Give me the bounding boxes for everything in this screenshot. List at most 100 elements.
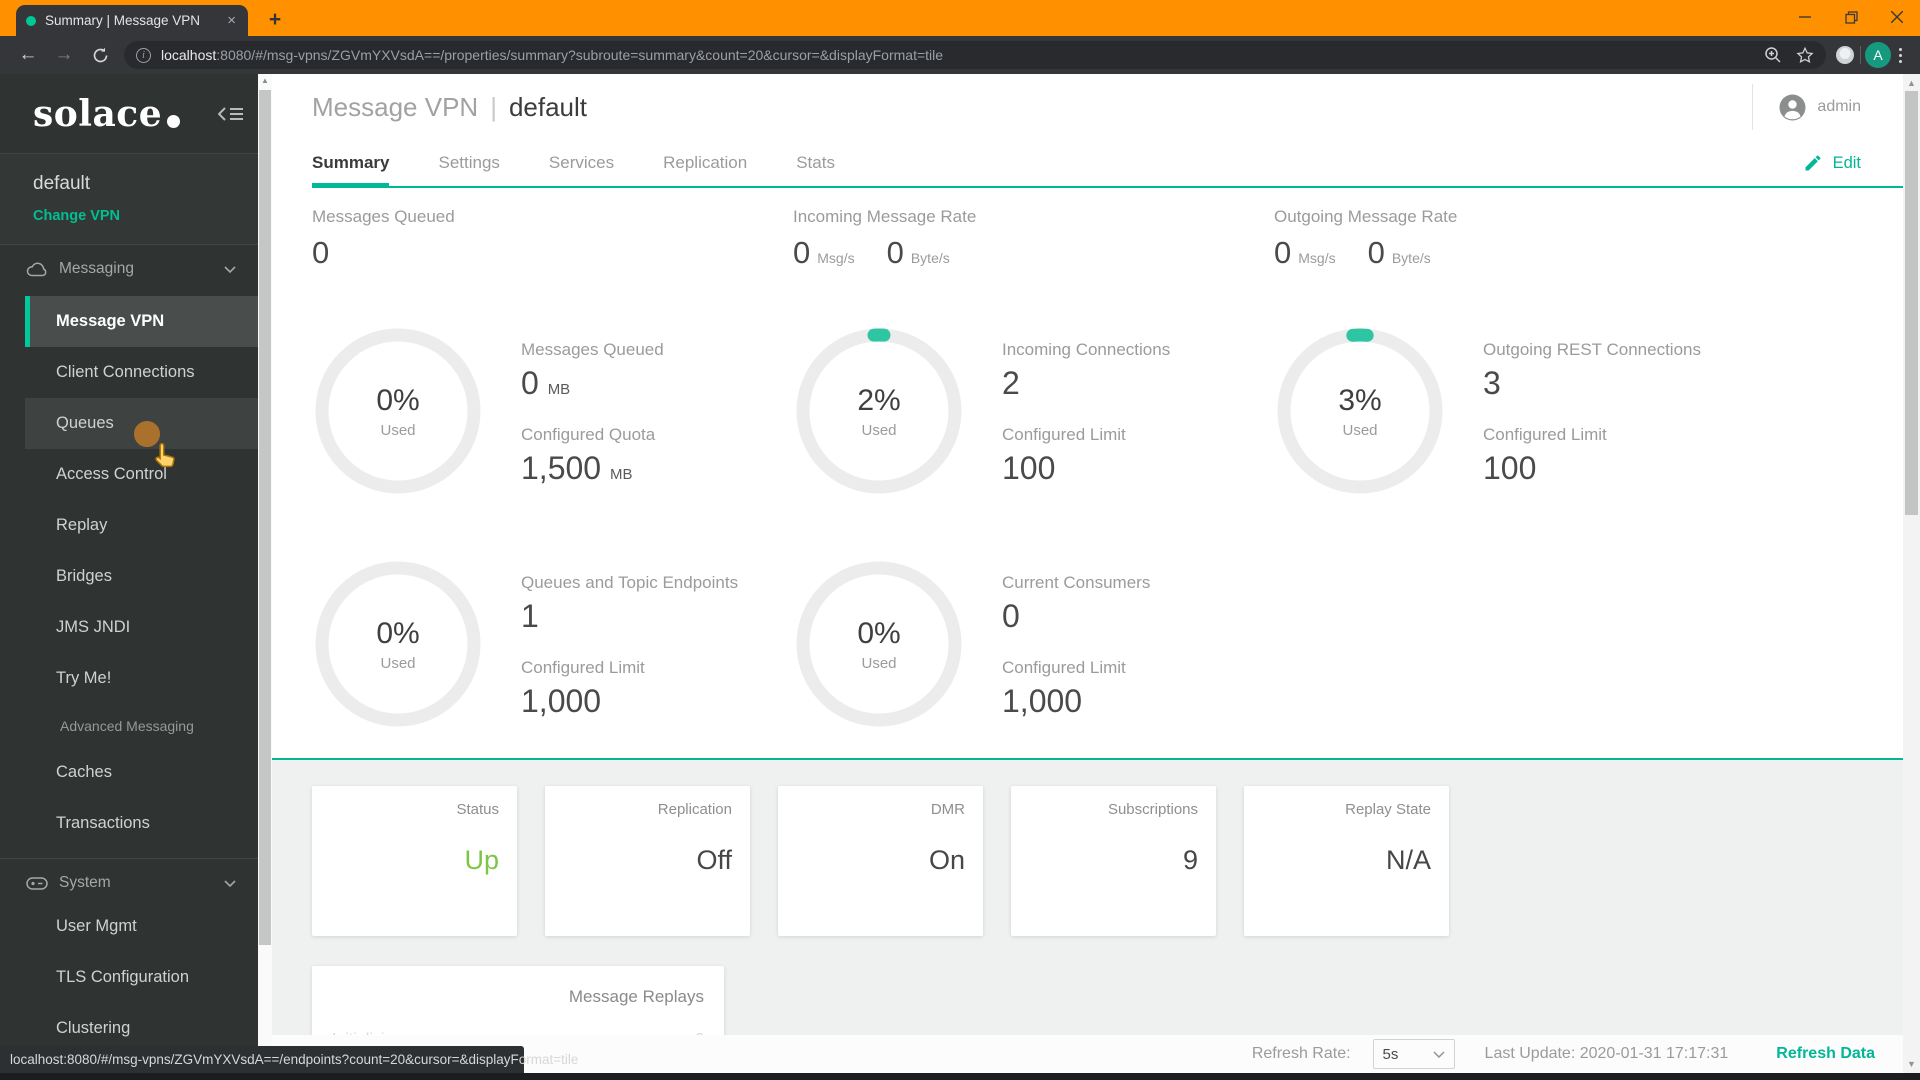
solace-logo-dot	[167, 115, 181, 128]
tab-stats[interactable]: Stats	[796, 140, 835, 186]
user-name: admin	[1817, 98, 1861, 115]
tile-dmr[interactable]: DMR On	[778, 786, 983, 936]
tab-summary[interactable]: Summary	[312, 140, 390, 188]
close-window-button[interactable]	[1874, 0, 1920, 34]
browser-tab-title: Summary | Message VPN	[45, 13, 201, 28]
metric-incoming-rate: Incoming Message Rate 0 Msg/s 0 Byte/s	[793, 207, 977, 270]
reload-button[interactable]	[84, 39, 116, 71]
change-vpn-link[interactable]: Change VPN	[33, 208, 258, 224]
url-host: localhost	[161, 47, 217, 63]
sidebar-item-tls-configuration[interactable]: TLS Configuration	[25, 952, 258, 1003]
profile-avatar[interactable]: A	[1865, 42, 1891, 68]
tab-bar: Summary Settings Services Replication St…	[312, 140, 1903, 188]
gauge-queues-endpoints: 0% Used Queues and Topic Endpoints 1 Conf…	[312, 543, 793, 758]
link-preview-statusbar: localhost:8080/#/msg-vpns/ZGVmYXVsdA==/e…	[0, 1046, 578, 1073]
browser-titlebar: Summary | Message VPN × +	[0, 0, 1920, 36]
minimize-button[interactable]	[1782, 0, 1828, 34]
sidebar-section-messaging[interactable]: Messaging	[0, 245, 258, 287]
gauge-incoming-connections: 2% Used Incoming Connections 2 Configured…	[793, 298, 1274, 543]
user-menu[interactable]: admin	[1752, 84, 1903, 130]
new-tab-button[interactable]: +	[262, 7, 288, 33]
sidebar: solace default Change VPN Messaging Mess…	[0, 74, 258, 1080]
cloud-icon	[26, 262, 47, 276]
scroll-down-arrow[interactable]: ▼	[1903, 1057, 1920, 1071]
sidebar-item-access-control[interactable]: Access Control	[25, 449, 258, 500]
tab-settings[interactable]: Settings	[438, 140, 499, 186]
main-scrollbar-thumb[interactable]	[1905, 91, 1918, 515]
zoom-page-icon[interactable]	[1764, 46, 1782, 64]
last-update-text: Last Update: 2020-01-31 17:17:31	[1484, 1045, 1729, 1062]
gauge-ring: 2% Used	[793, 325, 965, 497]
refresh-data-button[interactable]: Refresh Data	[1776, 1045, 1875, 1063]
scroll-up-arrow[interactable]: ▲	[258, 75, 272, 87]
tile-subscriptions[interactable]: Subscriptions 9	[1011, 786, 1216, 936]
window-bottom-edge	[0, 1073, 1920, 1080]
gauge-outgoing-rest-connections: 3% Used Outgoing REST Connections 3 Confi…	[1274, 298, 1755, 543]
status-badge: Up	[464, 845, 499, 875]
sidebar-scrollbar-thumb[interactable]	[259, 90, 271, 945]
sidebar-item-message-vpn[interactable]: Message VPN	[25, 296, 258, 347]
bookmark-star-icon[interactable]	[1796, 46, 1814, 64]
favicon-icon	[26, 15, 36, 26]
screen: Summary | Message VPN × + ← → i localhos…	[0, 0, 1920, 1080]
sidebar-nav: Message VPN Client Connections Queues Ac…	[0, 287, 258, 849]
restore-button[interactable]	[1828, 0, 1874, 34]
sidebar-item-advanced-messaging[interactable]: Advanced Messaging	[25, 704, 258, 747]
sidebar-item-transactions[interactable]: Transactions	[25, 798, 258, 849]
page-info-icon[interactable]: i	[136, 47, 151, 63]
tab-close-icon[interactable]: ×	[223, 12, 240, 29]
status-tiles: Status Up Replication Off DMR On Subscri…	[272, 760, 1903, 936]
top-metrics: Messages Queued 0 Incoming Message Rate …	[272, 188, 1903, 298]
collapse-sidebar-icon[interactable]	[218, 104, 244, 124]
tab-replication[interactable]: Replication	[663, 140, 747, 186]
back-button[interactable]: ←	[12, 39, 44, 71]
window-controls	[1782, 0, 1920, 34]
sidebar-item-jms-jndi[interactable]: JMS JNDI	[25, 602, 258, 653]
status-section: Status Up Replication Off DMR On Subscri…	[272, 758, 1903, 1080]
refresh-rate-select[interactable]: 5s	[1372, 1039, 1455, 1069]
browser-menu-icon[interactable]	[1891, 47, 1910, 63]
sidebar-item-try-me[interactable]: Try Me!	[25, 653, 258, 704]
edit-button[interactable]: Edit	[1803, 153, 1861, 173]
gauges-row-2: 0% Used Queues and Topic Endpoints 1 Conf…	[272, 543, 1903, 758]
sidebar-item-user-mgmt[interactable]: User Mgmt	[25, 901, 258, 952]
system-icon	[26, 876, 48, 890]
tab-services[interactable]: Services	[549, 140, 614, 186]
main-content: Message VPN | default admin Summary Sett…	[272, 74, 1903, 1080]
sidebar-item-caches[interactable]: Caches	[25, 747, 258, 798]
chevron-down-icon	[224, 879, 236, 887]
toolbar-separator	[1860, 46, 1861, 64]
url-path: :8080/#/msg-vpns/ZGVmYXVsdA==/properties…	[216, 47, 944, 63]
tile-replication[interactable]: Replication Off	[545, 786, 750, 936]
gauge-ring: 3% Used	[1274, 325, 1446, 497]
tile-status[interactable]: Status Up	[312, 786, 517, 936]
refresh-rate-label: Refresh Rate:	[1251, 1045, 1351, 1062]
sidebar-item-bridges[interactable]: Bridges	[25, 551, 258, 602]
chevron-down-icon	[1433, 1050, 1445, 1058]
scroll-up-arrow[interactable]: ▲	[1903, 76, 1920, 90]
chevron-down-icon	[224, 265, 236, 273]
browser-toolbar: ← → i localhost :8080/#/msg-vpns/ZGVmYXV…	[0, 36, 1920, 74]
gauge-ring: 0% Used	[312, 325, 484, 497]
app-window: solace default Change VPN Messaging Mess…	[0, 74, 1920, 1080]
gauges-row-1: 0% Used Messages Queued 0 MB Configured Q…	[272, 298, 1903, 543]
tile-replay-state[interactable]: Replay State N/A	[1244, 786, 1449, 936]
page-title-prefix: Message VPN	[312, 91, 479, 122]
page-title: default	[508, 91, 588, 122]
gauge-messages-queued: 0% Used Messages Queued 0 MB Configured Q…	[312, 298, 793, 543]
message-replays-title: Message Replays	[568, 987, 704, 1006]
gauge-ring: 0% Used	[793, 558, 965, 730]
browser-tab[interactable]: Summary | Message VPN ×	[16, 5, 248, 36]
page-title-separator: |	[490, 91, 497, 122]
sidebar-section-system[interactable]: System	[0, 859, 258, 901]
extension-icon[interactable]	[1834, 44, 1856, 66]
url-bar[interactable]: i localhost :8080/#/msg-vpns/ZGVmYXVsdA=…	[124, 41, 1826, 69]
metric-messages-queued: Messages Queued 0	[312, 207, 455, 270]
main-scrollbar[interactable]: ▲ ▼	[1903, 74, 1920, 1073]
sidebar-item-client-connections[interactable]: Client Connections	[25, 347, 258, 398]
gauge-ring: 0% Used	[312, 558, 484, 730]
sidebar-item-replay[interactable]: Replay	[25, 500, 258, 551]
sidebar-scrollbar[interactable]: ▲ ▼	[258, 74, 272, 1080]
forward-button[interactable]: →	[48, 39, 80, 71]
current-vpn-name: default	[33, 173, 91, 194]
